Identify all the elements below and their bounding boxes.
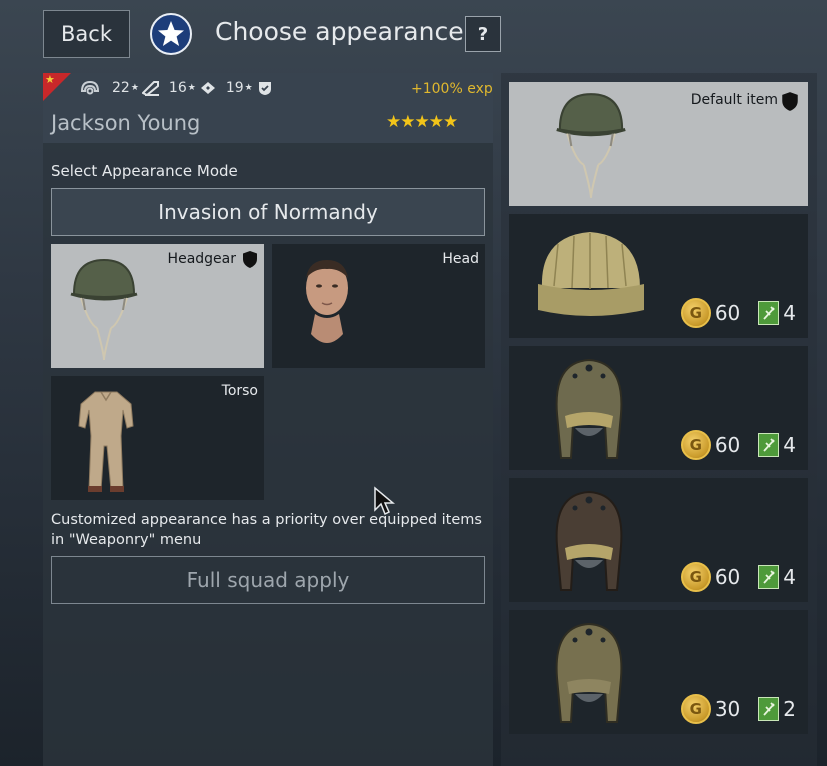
mouse-cursor-icon xyxy=(374,486,395,516)
price-row: G 60 4 xyxy=(680,430,796,460)
rank-star-icon: ★ xyxy=(45,73,55,86)
appearance-mode-label: Select Appearance Mode xyxy=(51,162,238,180)
vitality-icon xyxy=(258,82,271,95)
item-card-default[interactable]: Default item xyxy=(509,82,808,206)
stat-weapon-value: 22 xyxy=(112,80,130,96)
top-bar: Back Choose appearance ? xyxy=(0,0,827,70)
stat-vitality-value: 19 xyxy=(225,80,244,96)
ticket-price: 4 xyxy=(783,301,796,325)
soldier-name: Jackson Young xyxy=(51,111,201,135)
stat-weapon: 22 ★ xyxy=(112,80,160,96)
torso-uniform-icon xyxy=(78,391,134,492)
ticket-price: 2 xyxy=(783,697,796,721)
gold-coin-icon: G xyxy=(680,430,711,460)
slot-head[interactable]: Head xyxy=(272,244,485,368)
soldier-header: ★ 22 ★ 16 ★ 19 ★ +100% exp Jackson Young ★★… xyxy=(43,73,493,143)
appearance-ticket-icon xyxy=(758,565,780,589)
items-panel: Default item G 60 4 G 60 4 G 60 4 G 30 2 xyxy=(501,73,817,766)
item-card-tanker-helmet-dark[interactable]: G 60 4 xyxy=(509,478,808,602)
soldier-rating-stars: ★★★★★ xyxy=(386,112,458,132)
stat-star-icon: ★ xyxy=(187,83,196,93)
soldier-class-icon xyxy=(80,79,100,97)
gold-price: 30 xyxy=(714,697,741,721)
item-card-tanker-helmet-light[interactable]: G 30 2 xyxy=(509,610,808,734)
slot-torso-label: Torso xyxy=(221,383,258,399)
gold-coin-icon: G xyxy=(680,562,711,592)
full-squad-apply-button[interactable]: Full squad apply xyxy=(51,556,485,604)
ticket-price: 4 xyxy=(783,565,796,589)
priority-note: Customized appearance has a priority ove… xyxy=(51,512,482,548)
m1-helmet-icon xyxy=(556,93,626,198)
stat-agility-value: 16 xyxy=(168,80,187,96)
gold-price: 60 xyxy=(714,433,741,457)
gold-price: 60 xyxy=(714,565,741,589)
stat-agility: 16 ★ xyxy=(169,80,217,96)
shield-icon xyxy=(781,91,799,116)
tanker-helmet-dark-icon xyxy=(555,490,623,591)
appearance-ticket-icon xyxy=(758,301,780,325)
stat-star-icon: ★ xyxy=(244,83,253,93)
agility-icon xyxy=(200,82,215,94)
gold-price: 60 xyxy=(714,301,741,325)
help-button[interactable]: ? xyxy=(465,16,501,52)
slot-headgear-label: Headgear xyxy=(167,251,236,267)
tanker-helmet-light-icon xyxy=(555,622,623,723)
gold-coin-icon: G xyxy=(680,298,711,328)
item-card-tanker-helmet[interactable]: G 60 4 xyxy=(509,346,808,470)
head-portrait-icon xyxy=(306,260,348,343)
exp-bonus: +100% exp xyxy=(411,81,493,97)
price-row: G 30 2 xyxy=(680,694,796,724)
appearance-mode-selector[interactable]: Invasion of Normandy xyxy=(51,188,485,236)
shield-icon xyxy=(242,250,258,273)
ticket-price: 4 xyxy=(783,433,796,457)
tanker-helmet-icon xyxy=(555,358,623,459)
gold-coin-icon: G xyxy=(680,694,711,724)
stat-star-icon: ★ xyxy=(130,83,139,93)
item-card-knit-cap[interactable]: G 60 4 xyxy=(509,214,808,338)
appearance-ticket-icon xyxy=(758,433,780,457)
stat-vitality: 19 ★ xyxy=(226,80,274,96)
appearance-panel: ★ 22 ★ 16 ★ 19 ★ +100% exp Jackson Young ★★… xyxy=(43,73,493,766)
m1-helmet-icon xyxy=(70,258,138,361)
slot-head-label: Head xyxy=(442,251,479,267)
slot-headgear[interactable]: Headgear xyxy=(51,244,264,368)
knit-cap-icon xyxy=(538,232,644,316)
slot-torso[interactable]: Torso xyxy=(51,376,264,500)
default-item-label: Default item xyxy=(690,92,778,108)
price-row: G 60 4 xyxy=(680,562,796,592)
us-star-roundel-icon xyxy=(150,13,192,55)
weapon-skill-icon xyxy=(141,81,159,96)
appearance-ticket-icon xyxy=(758,697,780,721)
page-title: Choose appearance xyxy=(215,17,464,46)
soldier-stats: 22 ★ 16 ★ 19 ★ xyxy=(80,79,283,97)
price-row: G 60 4 xyxy=(680,298,796,328)
back-button[interactable]: Back xyxy=(43,10,130,58)
